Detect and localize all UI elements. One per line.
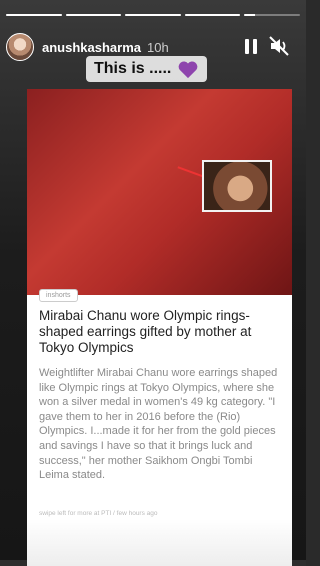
pause-icon [245,38,249,54]
source-tag: inshorts [39,289,78,302]
mute-button[interactable] [268,36,292,56]
avatar[interactable] [6,33,34,61]
news-body: Weightlifter Mirabai Chanu wore earrings… [39,367,278,482]
news-footer: swipe left for more at PTI / few hours a… [39,510,158,517]
caption-sticker: This is ..... [86,56,208,82]
news-headline: Mirabai Chanu wore Olympic rings-shaped … [39,308,252,355]
progress-segment [125,14,181,16]
pause-button[interactable] [242,35,260,57]
progress-segment [184,14,241,16]
timestamp: 10h [147,39,169,55]
bottom-edge [0,560,306,566]
progress-segment [6,14,62,16]
shared-news-card[interactable]: inshorts Mirabai Chanu wore Olympic ring… [27,89,292,566]
speaker-muted-icon [269,36,289,56]
purple-heart-icon [179,61,198,79]
progress-segment-current [244,14,300,16]
progress-segment [65,14,122,16]
news-photo [27,89,292,295]
card-fade [27,519,292,566]
caption-text: This is ..... [94,60,172,77]
username[interactable]: anushkasharma [42,40,141,55]
callout-line [177,166,205,178]
story-progress-bar [6,14,300,16]
earring-closeup-inset [202,160,272,212]
